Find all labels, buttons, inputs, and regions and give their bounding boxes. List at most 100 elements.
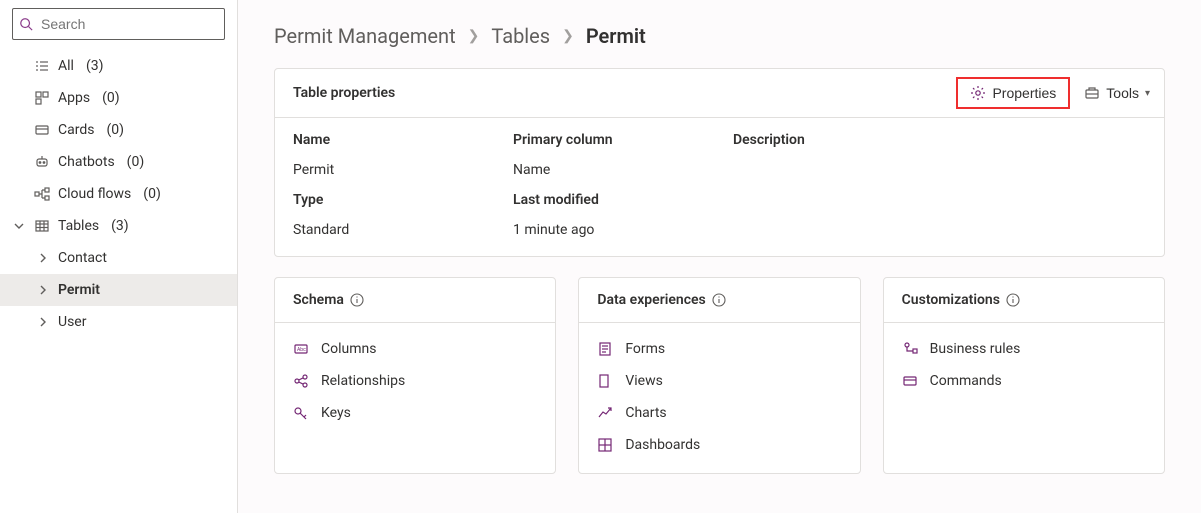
sidebar-item-apps[interactable]: Apps (0) [0, 82, 237, 114]
sidebar-item-label: Cards [58, 122, 94, 138]
views-icon [597, 373, 613, 389]
sidebar-tree: All (3) Apps (0) Cards (0) Ch [0, 46, 237, 338]
sidebar-item-chatbots[interactable]: Chatbots (0) [0, 146, 237, 178]
sidebar-item-count: (0) [143, 186, 161, 202]
sidebar-item-label: All [58, 58, 74, 74]
info-icon[interactable] [1006, 293, 1020, 307]
tools-button[interactable]: Tools ▾ [1076, 81, 1158, 105]
business-rules-icon [902, 341, 918, 357]
svg-text:Abc: Abc [297, 347, 306, 353]
sidebar-table-permit[interactable]: Permit [0, 274, 237, 306]
chevron-right-icon [36, 253, 50, 263]
prop-type-label: Type [293, 192, 513, 208]
chevron-down-icon [12, 221, 26, 231]
table-properties-card: Table properties Properties Tools ▾ Name… [274, 68, 1165, 257]
prop-name-value: Permit [293, 162, 513, 178]
schema-columns[interactable]: Abc Columns [275, 333, 555, 365]
sidebar-item-count: (3) [86, 58, 104, 74]
cust-item-label: Business rules [930, 341, 1021, 357]
de-item-label: Views [625, 373, 663, 389]
prop-type-value: Standard [293, 222, 513, 238]
properties-button[interactable]: Properties [956, 77, 1070, 109]
forms-icon [597, 341, 613, 357]
dashboards-icon [597, 437, 613, 453]
chatbot-icon [34, 154, 50, 170]
list-icon [34, 58, 50, 74]
schema-keys[interactable]: Keys [275, 397, 555, 429]
prop-primary-label: Primary column [513, 132, 733, 148]
prop-name-label: Name [293, 132, 513, 148]
prop-description-value [733, 162, 1146, 178]
customizations-card-title: Customizations [902, 292, 1000, 308]
chevron-right-icon [36, 285, 50, 295]
sidebar-item-label: Permit [58, 282, 100, 298]
breadcrumb-current: Permit [586, 24, 646, 48]
sidebar-table-user[interactable]: User [0, 306, 237, 338]
toolbox-icon [1084, 85, 1100, 101]
main: Permit Management ❯ Tables ❯ Permit Tabl… [238, 0, 1201, 513]
search-input[interactable] [39, 15, 218, 33]
table-icon [34, 218, 50, 234]
chevron-right-icon: ❯ [562, 28, 574, 44]
schema-item-label: Keys [321, 405, 351, 421]
breadcrumb: Permit Management ❯ Tables ❯ Permit [274, 24, 1165, 48]
breadcrumb-solution[interactable]: Permit Management [274, 24, 456, 48]
keys-icon [293, 405, 309, 421]
cust-business-rules[interactable]: Business rules [884, 333, 1164, 365]
sidebar-item-label: Tables [58, 218, 99, 234]
customizations-card: Customizations Business rules Commands [883, 277, 1165, 474]
prop-modified-label: Last modified [513, 192, 733, 208]
sidebar-table-contact[interactable]: Contact [0, 242, 237, 274]
sidebar-item-cards[interactable]: Cards (0) [0, 114, 237, 146]
breadcrumb-tables[interactable]: Tables [491, 24, 550, 48]
sidebar-item-all[interactable]: All (3) [0, 50, 237, 82]
chevron-down-icon: ▾ [1145, 88, 1150, 99]
columns-icon: Abc [293, 341, 309, 357]
tools-button-label: Tools [1106, 85, 1139, 101]
sidebar-item-count: (0) [127, 154, 145, 170]
search-icon [19, 17, 33, 31]
de-charts[interactable]: Charts [579, 397, 859, 429]
sidebar-item-count: (0) [106, 122, 124, 138]
sidebar-item-count: (0) [102, 90, 120, 106]
cust-item-label: Commands [930, 373, 1002, 389]
info-icon[interactable] [712, 293, 726, 307]
sidebar-item-label: Apps [58, 90, 90, 106]
de-views[interactable]: Views [579, 365, 859, 397]
de-item-label: Forms [625, 341, 665, 357]
flow-icon [34, 186, 50, 202]
schema-card: Schema Abc Columns Relationships Keys [274, 277, 556, 474]
prop-primary-value: Name [513, 162, 733, 178]
data-experiences-card: Data experiences Forms Views Charts [578, 277, 860, 474]
sidebar-item-tables[interactable]: Tables (3) [0, 210, 237, 242]
search-box[interactable] [12, 8, 225, 40]
sidebar-item-label: User [58, 314, 86, 330]
prop-description-label: Description [733, 132, 1146, 148]
sidebar-item-label: Cloud flows [58, 186, 131, 202]
sidebar-item-count: (3) [111, 218, 129, 234]
relationships-icon [293, 373, 309, 389]
info-icon[interactable] [350, 293, 364, 307]
chevron-right-icon [36, 317, 50, 327]
sidebar-item-cloud-flows[interactable]: Cloud flows (0) [0, 178, 237, 210]
de-item-label: Charts [625, 405, 666, 421]
sidebar: All (3) Apps (0) Cards (0) Ch [0, 0, 238, 513]
schema-relationships[interactable]: Relationships [275, 365, 555, 397]
apps-icon [34, 90, 50, 106]
cust-commands[interactable]: Commands [884, 365, 1164, 397]
de-item-label: Dashboards [625, 437, 700, 453]
table-properties-title: Table properties [293, 85, 395, 101]
charts-icon [597, 405, 613, 421]
de-forms[interactable]: Forms [579, 333, 859, 365]
prop-modified-value: 1 minute ago [513, 222, 733, 238]
cards-icon [34, 122, 50, 138]
gear-icon [970, 85, 986, 101]
de-dashboards[interactable]: Dashboards [579, 429, 859, 461]
sidebar-item-label: Contact [58, 250, 107, 266]
schema-item-label: Columns [321, 341, 376, 357]
schema-card-title: Schema [293, 292, 344, 308]
commands-icon [902, 373, 918, 389]
data-experiences-card-title: Data experiences [597, 292, 705, 308]
properties-button-label: Properties [992, 85, 1056, 101]
schema-item-label: Relationships [321, 373, 405, 389]
